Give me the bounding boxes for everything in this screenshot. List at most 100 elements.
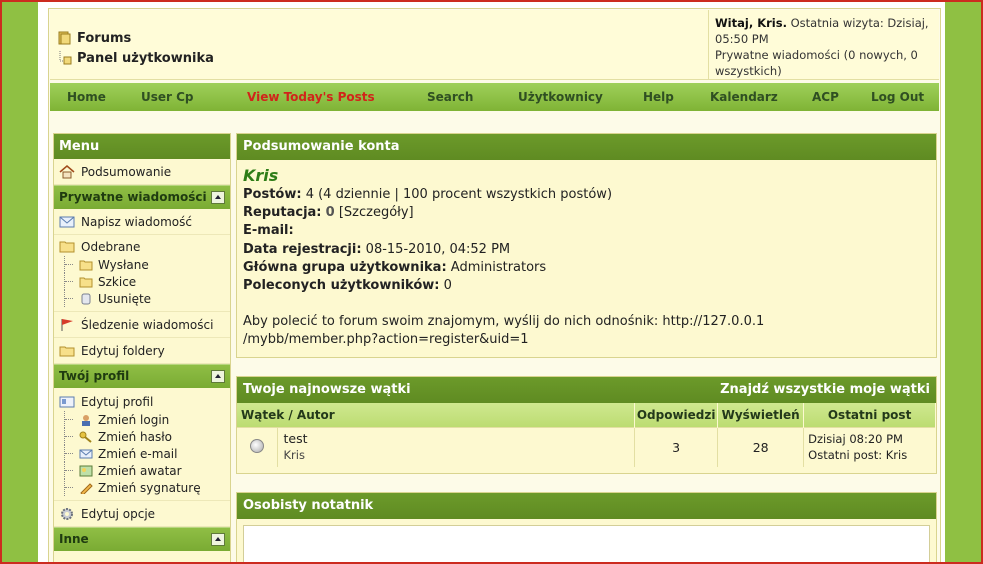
sidebar-item-change-email[interactable]: Zmień e-mail (54, 445, 230, 462)
thread-last-post-author[interactable]: Ostatni post: Kris (808, 447, 935, 463)
account-reg-value: 08-15-2010, 04:52 PM (365, 241, 511, 257)
folder-icon (58, 31, 71, 45)
col-replies[interactable]: Odpowiedzi (634, 403, 719, 427)
envelope-icon (59, 216, 75, 227)
notepad-panel: Osobisty notatnik (236, 492, 937, 564)
tree-line (64, 256, 76, 273)
sidebar-item-sent[interactable]: Wysłane (54, 256, 230, 273)
sidebar-item-compose-label: Napisz wiadomość (81, 214, 192, 229)
nav-user-cp[interactable]: User Cp (141, 90, 194, 104)
account-invite-link[interactable]: /mybb/member.php?action=register&uid=1 (243, 331, 930, 349)
nav-members[interactable]: Użytkownicy (518, 90, 603, 104)
sidebar-item-inbox-label: Odebrane (81, 239, 141, 254)
envelope-icon (79, 449, 93, 458)
id-card-icon (59, 396, 75, 408)
col-views[interactable]: Wyświetleń (717, 403, 805, 427)
nav-search[interactable]: Search (427, 90, 473, 104)
tree-line (64, 290, 76, 307)
thread-last-post-cell: Dzisiaj 08:20 PM Ostatni post: Kris (803, 426, 936, 467)
nav-todays-posts[interactable]: View Today's Posts (247, 90, 375, 104)
sidebar-item-trash[interactable]: Usunięte (54, 290, 230, 307)
account-group-label: Główna grupa użytkownika: (243, 259, 447, 275)
thread-views: 28 (717, 426, 805, 467)
thread-last-post-date: Dzisiaj 08:20 PM (808, 432, 903, 447)
sidebar-item-sent-label: Wysłane (98, 257, 149, 272)
sidebar-item-change-signature-label: Zmień sygnaturę (98, 480, 201, 495)
latest-threads-title: Twoje najnowsze wątki (243, 382, 411, 397)
table-row: test Kris 3 28 Dzisiaj 08:20 PM Ostatni … (237, 426, 936, 467)
sidebar-item-options[interactable]: Edytuj opcje (54, 501, 230, 527)
account-rep-label: Reputacja: (243, 205, 322, 221)
sidebar-title: Menu (54, 134, 230, 159)
usercp-sidebar: Menu Podsumowanie Prywatne wiadomości Na… (53, 133, 231, 564)
sidebar-item-folders[interactable]: Edytuj foldery (54, 338, 230, 364)
welcome-box: Witaj, Kris. Ostatnia wizyta: Dzisiaj, 0… (708, 10, 939, 80)
account-summary-title: Podsumowanie konta (237, 134, 936, 160)
account-summary-panel: Podsumowanie konta Kris Postów: 4 (4 dzi… (236, 133, 937, 358)
account-group-value: Administrators (450, 259, 547, 275)
gear-icon (61, 507, 73, 520)
sidebar-item-change-email-label: Zmień e-mail (98, 446, 178, 461)
find-all-threads-link[interactable]: Znajdź wszystkie moje wątki (720, 382, 930, 397)
collapse-icon[interactable] (211, 191, 225, 204)
thread-title-link[interactable]: test (284, 431, 635, 447)
flag-icon (61, 318, 73, 331)
sidebar-item-compose[interactable]: Napisz wiadomość (54, 209, 230, 235)
account-email-label: E-mail: (243, 223, 294, 239)
sidebar-item-drafts[interactable]: Szkice (54, 273, 230, 290)
sidebar-section-other[interactable]: Inne (54, 527, 230, 551)
collapse-icon[interactable] (211, 370, 225, 383)
sidebar-item-change-password[interactable]: Zmień hasło (54, 428, 230, 445)
sidebar-item-change-signature[interactable]: Zmień sygnaturę (54, 479, 230, 496)
collapse-icon[interactable] (211, 533, 225, 546)
sidebar-item-folders-label: Edytuj foldery (81, 343, 165, 358)
nav-home[interactable]: Home (67, 90, 106, 104)
sidebar-section-other-label: Inne (59, 532, 89, 546)
col-thread-author[interactable]: Wątek / Autor (237, 403, 636, 427)
thread-status-cell (237, 426, 278, 467)
image-icon (79, 465, 93, 476)
sidebar-section-pm[interactable]: Prywatne wiadomości (54, 185, 230, 209)
col-last-post[interactable]: Ostatni post (803, 403, 936, 427)
folder-icon (79, 260, 93, 270)
account-group-row: Główna grupa użytkownika: Administrators (243, 259, 930, 277)
sidebar-section-profile[interactable]: Twój profil (54, 364, 230, 388)
account-username[interactable]: Kris (243, 166, 930, 186)
tree-line (64, 411, 76, 428)
sidebar-item-change-avatar[interactable]: Zmień awatar (54, 462, 230, 479)
account-ref-label: Poleconych użytkowników: (243, 278, 440, 294)
sidebar-item-inbox[interactable]: Odebrane (54, 237, 230, 256)
sidebar-item-change-login-label: Zmień login (98, 412, 170, 427)
notepad-textarea[interactable] (243, 525, 930, 564)
trash-icon (81, 293, 91, 304)
thread-status-icon (249, 438, 264, 453)
top-nav: Home User Cp View Today's Posts Search U… (50, 83, 939, 111)
breadcrumb-root-label[interactable]: Forums (77, 31, 131, 46)
sidebar-item-tracking-label: Śledzenie wiadomości (81, 317, 214, 332)
nav-calendar[interactable]: Kalendarz (710, 90, 778, 104)
account-rep-row: Reputacja: 0 [Szczegóły] (243, 204, 930, 222)
account-reg-label: Data rejestracji: (243, 241, 362, 257)
sidebar-item-summary[interactable]: Podsumowanie (54, 159, 230, 185)
account-rep-details-link[interactable]: [Szczegóły] (339, 205, 414, 220)
header: Forums Panel użytkownika Witaj, Kris. Os… (50, 10, 939, 80)
sidebar-item-change-login[interactable]: Zmień login (54, 411, 230, 428)
sidebar-item-edit-profile[interactable]: Edytuj profil (54, 393, 230, 411)
nav-logout[interactable]: Log Out (871, 90, 924, 104)
nav-acp[interactable]: ACP (812, 90, 839, 104)
account-reg-row: Data rejestracji: 08-15-2010, 04:52 PM (243, 241, 930, 259)
breadcrumb-root[interactable]: Forums (58, 28, 214, 48)
home-icon (59, 164, 75, 178)
account-posts-value: 4 (4 dziennie | 100 procent wszystkich p… (305, 187, 613, 202)
tree-line (64, 462, 76, 479)
thread-author-link[interactable]: Kris (284, 447, 635, 463)
breadcrumb-current: Panel użytkownika (58, 48, 214, 68)
welcome-greeting: Witaj, Kris. (715, 16, 787, 30)
nav-help[interactable]: Help (643, 90, 674, 104)
notepad-title: Osobisty notatnik (237, 493, 936, 519)
sidebar-item-drafts-label: Szkice (98, 274, 137, 289)
welcome-pm-link[interactable]: Prywatne wiadomości (0 nowych, 0 wszystk… (715, 48, 918, 78)
account-posts-label: Postów: (243, 187, 302, 202)
sidebar-item-tracking[interactable]: Śledzenie wiadomości (54, 312, 230, 338)
account-rep-value: 0 (325, 205, 335, 221)
